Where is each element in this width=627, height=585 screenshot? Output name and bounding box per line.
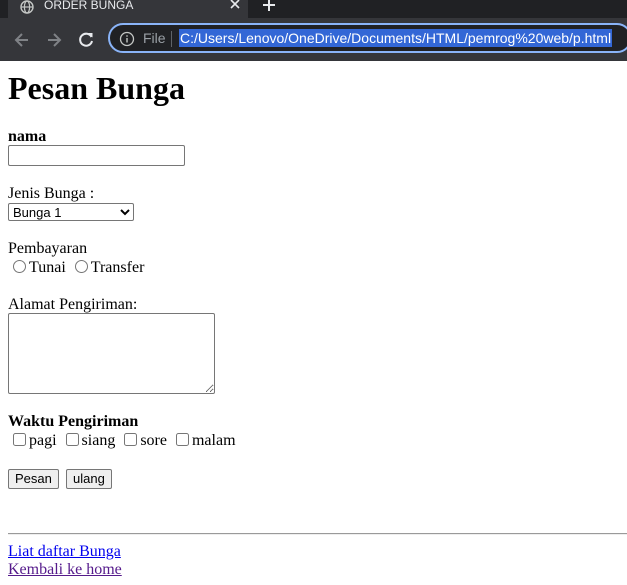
home-link[interactable]: Kembali ke home <box>8 561 122 579</box>
payment-option-label: Transfer <box>90 259 145 276</box>
globe-icon <box>20 0 34 14</box>
time-option-label: sore <box>140 432 167 449</box>
back-icon[interactable] <box>12 30 32 50</box>
url-text[interactable]: C:/Users/Lenovo/OneDrive/Documents/HTML/… <box>179 29 613 47</box>
address-label: Alamat Pengiriman: <box>8 296 138 313</box>
reset-button[interactable]: ulang <box>66 469 112 489</box>
time-checkbox-pagi[interactable] <box>13 433 26 446</box>
payment-options: Tunai Transfer <box>8 259 144 277</box>
scheme-label: File <box>143 30 166 46</box>
reload-icon[interactable] <box>76 30 96 50</box>
name-field[interactable] <box>8 145 185 166</box>
time-checkbox-sore[interactable] <box>124 433 138 446</box>
name-label: nama <box>8 128 47 145</box>
page-title: Pesan Bunga <box>8 70 185 106</box>
address-bar[interactable]: File C:/Users/Lenovo/OneDrive/Documents/… <box>108 23 627 53</box>
info-icon[interactable] <box>119 31 135 47</box>
delivery-time-label: Waktu Pengiriman <box>8 413 139 430</box>
payment-radio-tunai[interactable] <box>13 260 26 273</box>
time-option-label: pagi <box>29 432 57 449</box>
tab-strip: ORDER BUNGA <box>0 0 627 18</box>
address-textarea[interactable] <box>8 313 215 394</box>
close-icon[interactable] <box>228 0 242 11</box>
divider <box>8 533 627 535</box>
browser-tab[interactable]: ORDER BUNGA <box>8 0 248 18</box>
time-checkbox-siang[interactable] <box>65 433 79 446</box>
flower-type-select[interactable]: Bunga 1 <box>8 203 134 221</box>
time-option-label: siang <box>81 432 116 449</box>
flower-type-label: Jenis Bunga : <box>8 185 95 202</box>
delivery-time-options: pagi siang sore malam <box>8 432 236 450</box>
payment-option-label: Tunai <box>29 259 66 276</box>
time-checkbox-malam[interactable] <box>175 433 189 446</box>
omnibox-separator <box>171 31 172 47</box>
forward-icon[interactable] <box>44 30 64 50</box>
submit-button[interactable]: Pesan <box>8 469 59 489</box>
payment-label: Pembayaran <box>8 240 88 257</box>
new-tab-icon[interactable] <box>262 0 276 12</box>
time-option-label: malam <box>191 432 236 449</box>
flower-list-link[interactable]: Liat daftar Bunga <box>8 543 121 561</box>
payment-radio-transfer[interactable] <box>74 260 88 273</box>
tab-title: ORDER BUNGA <box>44 0 134 12</box>
browser-toolbar: File C:/Users/Lenovo/OneDrive/Documents/… <box>0 18 627 61</box>
